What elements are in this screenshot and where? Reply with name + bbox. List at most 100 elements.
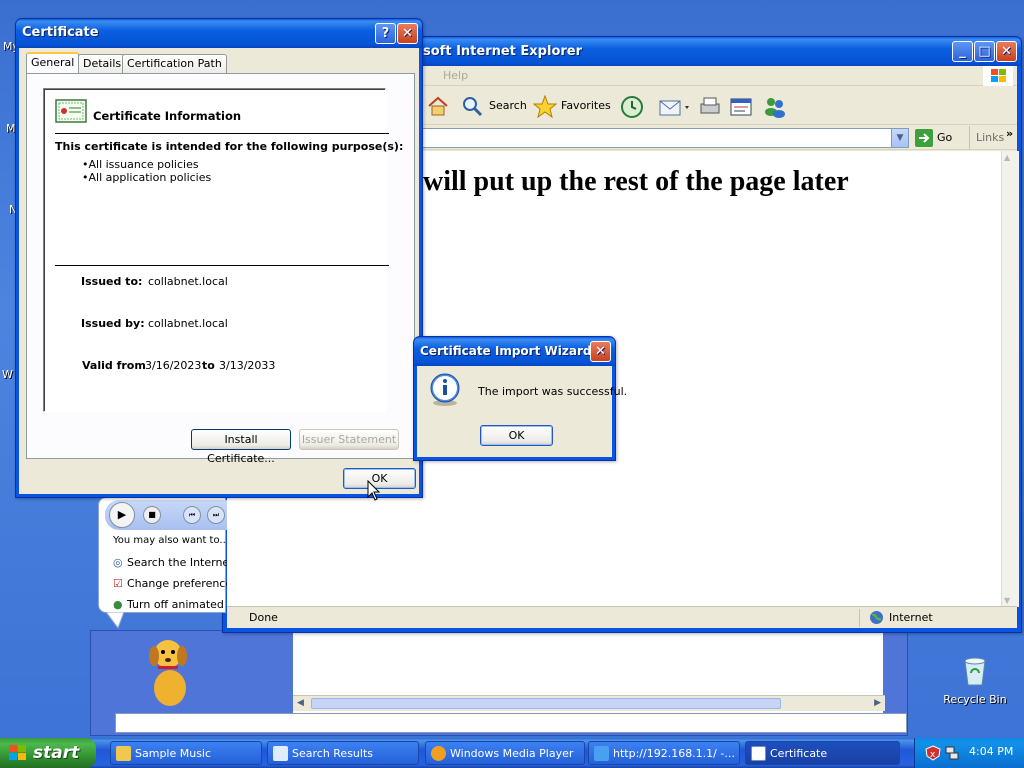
links-label[interactable]: Links bbox=[976, 131, 1004, 144]
go-arrow-icon bbox=[915, 129, 933, 147]
close-button[interactable]: ✕ bbox=[996, 41, 1017, 62]
messenger-icon[interactable] bbox=[763, 95, 787, 122]
certificate-info-heading: Certificate Information bbox=[93, 109, 242, 123]
status-text: Done bbox=[249, 611, 278, 624]
tab-panel: Certificate Information This certificate… bbox=[26, 73, 415, 465]
issued-to-value: collabnet.local bbox=[148, 275, 228, 288]
wizard-close-button[interactable]: ✕ bbox=[590, 341, 611, 362]
valid-to-value: 3/13/2033 bbox=[219, 359, 276, 372]
task-label: Search Results bbox=[292, 747, 374, 760]
stop-icon[interactable]: ■ bbox=[143, 506, 161, 524]
wizard-titlebar[interactable]: Certificate Import Wizard ✕ bbox=[414, 337, 615, 366]
search-results-icon bbox=[273, 746, 288, 761]
assistant-option-label: Turn off animated character bbox=[127, 598, 227, 611]
tab-strip: General Details Certification Path bbox=[26, 52, 416, 74]
valid-from-value: 3/16/2023 bbox=[145, 359, 202, 372]
tab-certification-path[interactable]: Certification Path bbox=[122, 54, 227, 74]
start-label: start bbox=[33, 743, 80, 763]
clock[interactable]: 4:04 PM bbox=[969, 745, 1013, 758]
svg-text:x: x bbox=[930, 750, 936, 760]
task-media-player[interactable]: Windows Media Player bbox=[425, 741, 585, 765]
home-icon[interactable] bbox=[427, 95, 449, 117]
menu-help[interactable]: Help bbox=[443, 69, 468, 82]
network-icon[interactable] bbox=[944, 745, 960, 761]
security-shield-icon[interactable]: x bbox=[925, 745, 941, 761]
desktop-icon-label-4[interactable]: W bbox=[2, 368, 13, 381]
task-label: Sample Music bbox=[135, 747, 212, 760]
assistant-option-preferences[interactable]: ☑ Change preferences bbox=[113, 577, 227, 593]
purpose-heading: This certificate is intended for the fol… bbox=[55, 140, 404, 153]
recycle-bin[interactable]: Recycle Bin bbox=[940, 655, 1010, 710]
assistant-option-animation[interactable]: ● Turn off animated character bbox=[113, 598, 227, 614]
history-icon[interactable] bbox=[620, 95, 644, 122]
favorites-label: Favorites bbox=[561, 99, 611, 112]
close-icon: ✕ bbox=[595, 344, 606, 359]
information-icon bbox=[430, 373, 460, 406]
horizontal-scrollbar[interactable]: ◀ ▶ bbox=[293, 695, 885, 711]
internet-globe-icon bbox=[870, 611, 883, 624]
task-label: http://192.168.1.1/ -... bbox=[613, 747, 735, 760]
background-window: ◀ ▶ bbox=[90, 630, 908, 736]
separator-top bbox=[55, 133, 389, 134]
task-label: Certificate bbox=[770, 747, 828, 760]
status-zone: Internet bbox=[889, 611, 933, 624]
previous-icon[interactable]: ⏮ bbox=[183, 506, 201, 524]
search-label: Search bbox=[489, 99, 527, 112]
tab-general[interactable]: General bbox=[26, 52, 80, 74]
scroll-up-icon[interactable]: ▲ bbox=[1004, 153, 1010, 162]
scroll-right-icon[interactable]: ▶ bbox=[874, 698, 881, 708]
media-controls: ▶ ■ ⏮ ⏭ bbox=[105, 500, 227, 530]
address-dropdown-icon[interactable]: ▼ bbox=[891, 129, 908, 147]
issued-by-label: Issued by: bbox=[81, 317, 145, 330]
edit-icon[interactable] bbox=[729, 95, 753, 122]
task-certificate[interactable]: Certificate bbox=[745, 741, 900, 765]
task-search-results[interactable]: Search Results bbox=[267, 741, 419, 765]
go-label: Go bbox=[937, 131, 953, 144]
issued-by-value: collabnet.local bbox=[148, 317, 228, 330]
task-sample-music[interactable]: Sample Music bbox=[110, 741, 262, 765]
purpose-item: •All issuance policies bbox=[82, 158, 199, 171]
search-assistant-panel: ▶ ■ ⏮ ⏭ You may also want to... ◎ Search … bbox=[96, 497, 227, 637]
help-button[interactable]: ? bbox=[375, 23, 396, 44]
start-button[interactable]: start bbox=[0, 738, 96, 768]
favorites-star-icon bbox=[533, 95, 557, 119]
folder-icon bbox=[116, 746, 131, 761]
status-bar: Done Internet bbox=[227, 606, 1017, 628]
checklist-icon: ☑ bbox=[113, 577, 123, 590]
certificate-dialog: Certificate ? ✕ General Details Certific… bbox=[15, 18, 423, 498]
assistant-option-search[interactable]: ◎ Search the Internet bbox=[113, 556, 227, 572]
minimize-button[interactable]: _ bbox=[952, 41, 973, 62]
scroll-left-icon[interactable]: ◀ bbox=[297, 698, 304, 708]
certificate-info-box: Certificate Information This certificate… bbox=[43, 88, 403, 412]
links-chevron-icon[interactable]: » bbox=[1006, 127, 1013, 140]
certificate-close-button[interactable]: ✕ bbox=[397, 23, 418, 44]
play-icon[interactable]: ▶ bbox=[109, 502, 135, 528]
separator-bottom bbox=[55, 265, 389, 266]
maximize-button[interactable]: □ bbox=[974, 41, 995, 62]
issuer-statement-button[interactable]: Issuer Statement bbox=[299, 429, 399, 450]
tab-details[interactable]: Details bbox=[78, 54, 127, 74]
scroll-thumb[interactable] bbox=[311, 698, 781, 709]
scroll-down-icon[interactable]: ▼ bbox=[1004, 596, 1010, 605]
search-option-icon: ◎ bbox=[113, 556, 123, 569]
minimize-icon: _ bbox=[959, 44, 966, 59]
certificate-titlebar[interactable]: Certificate ? ✕ bbox=[16, 19, 422, 48]
print-icon[interactable] bbox=[698, 95, 722, 122]
assistant-prompt: You may also want to... bbox=[113, 535, 227, 546]
ie-title: soft Internet Explorer bbox=[423, 44, 583, 59]
vertical-scrollbar[interactable]: ▲ ▼ bbox=[1001, 151, 1019, 607]
background-window-bar bbox=[115, 713, 907, 733]
ie-page-icon bbox=[594, 746, 609, 761]
next-icon[interactable]: ⏭ bbox=[207, 506, 225, 524]
window-icon bbox=[751, 746, 766, 761]
mail-icon[interactable] bbox=[659, 95, 693, 122]
install-certificate-button[interactable]: Install Certificate... bbox=[191, 429, 291, 465]
taskbar: start Sample Music Search Results Window… bbox=[0, 738, 1024, 768]
search-dog-icon[interactable] bbox=[140, 636, 198, 708]
wizard-ok-button[interactable]: OK bbox=[480, 425, 553, 446]
issued-to-label: Issued to: bbox=[81, 275, 143, 288]
wizard-title: Certificate Import Wizard bbox=[420, 344, 592, 358]
task-internet-explorer[interactable]: http://192.168.1.1/ -... bbox=[588, 741, 740, 765]
status-divider bbox=[859, 609, 860, 627]
assistant-option-label: Change preferences bbox=[127, 577, 227, 590]
